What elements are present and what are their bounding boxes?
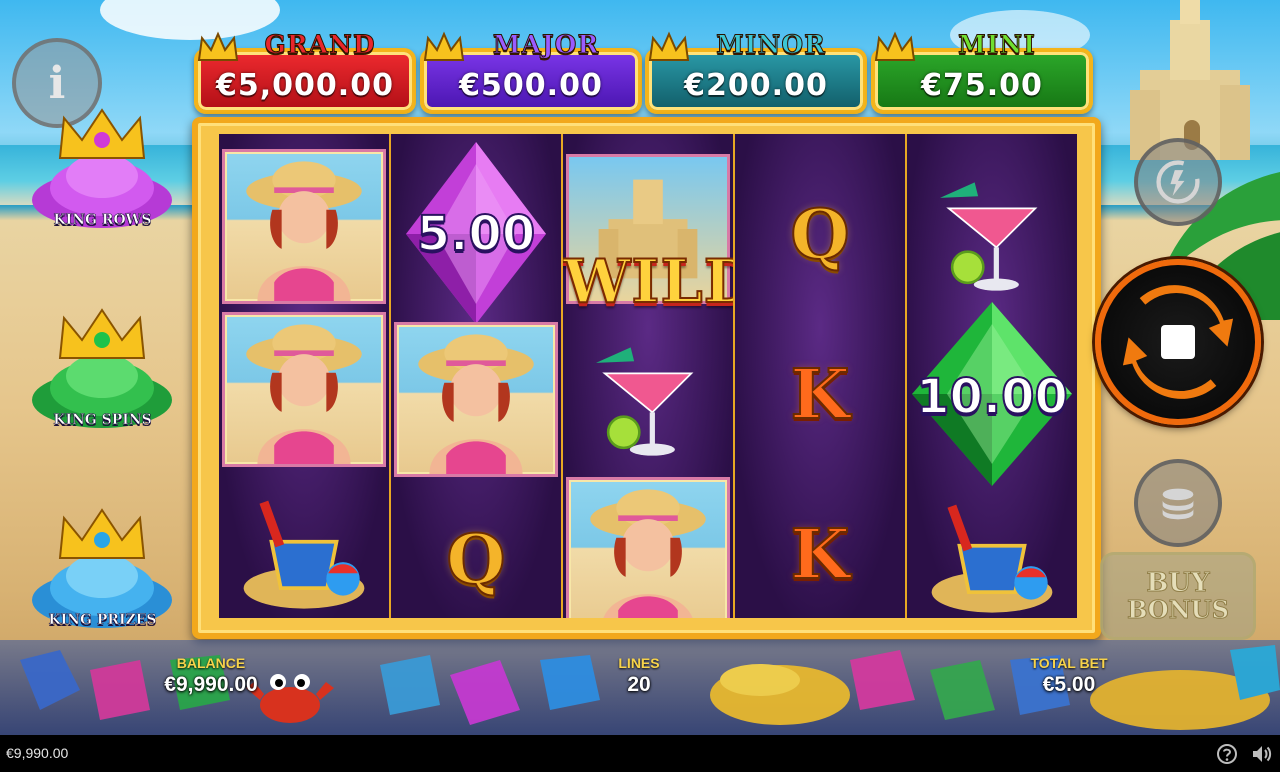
buy-bonus-line1: BUY: [1146, 568, 1210, 598]
balance-value: €9,990.00: [164, 673, 258, 696]
letter-q: Q: [445, 519, 506, 601]
blue-gem-crown-icon: [32, 508, 172, 628]
autoplay-button[interactable]: [1134, 138, 1222, 226]
total-bet-value: €5.00: [1042, 673, 1096, 696]
cocktail-icon: [940, 181, 1038, 291]
jackpot-value: €5,000.00: [216, 67, 394, 103]
lady-figure: [246, 324, 362, 464]
jackpot-value: €75.00: [921, 67, 1043, 103]
balance-display: BALANCE €9,990.00: [150, 655, 272, 697]
feature-king-spins: KING SPINS: [30, 300, 175, 430]
green-gem-crown-icon: [32, 308, 172, 428]
symbol-sand-bucket: [219, 470, 389, 618]
jackpot-value: €200.00: [684, 67, 828, 103]
gem-value: 5.00: [416, 205, 536, 263]
feature-king-prizes: KING PRIZES: [30, 500, 175, 630]
reel-5: 10.00: [907, 134, 1077, 618]
feature-label: KING SPINS: [53, 412, 152, 429]
reel-3: WILD: [563, 134, 733, 618]
autoplay-icon: [1156, 160, 1200, 204]
balance-label: BALANCE: [176, 655, 246, 671]
jackpot-mini: €75.00 MINI: [871, 30, 1093, 114]
symbol-k: K: [735, 474, 905, 618]
lady-figure: [418, 334, 534, 474]
lady-figure: [246, 161, 362, 301]
lines-label: LINES: [618, 655, 660, 671]
letter-k: K: [789, 514, 850, 596]
lines-display: LINES 20: [590, 655, 688, 697]
jackpot-grand: €5,000.00 GRAND: [194, 30, 416, 114]
wild-label: WILD: [563, 246, 733, 318]
gem-value: 10.00: [915, 368, 1069, 426]
symbol-green-gem: 10.00: [907, 294, 1077, 494]
reel-2: 5.00 Q: [391, 134, 561, 618]
feature-label: KING ROWS: [53, 212, 152, 229]
reels-grid: 5.00 Q WILD Q K K 10.00: [219, 134, 1077, 618]
jackpot-title: MINOR: [716, 30, 826, 60]
stop-icon: [1161, 325, 1195, 359]
sound-icon[interactable]: [1250, 743, 1272, 765]
total-bet-label: TOTAL BET: [1030, 655, 1108, 671]
symbol-sand-bucket: [907, 474, 1077, 618]
symbol-purple-gem: 5.00: [391, 134, 561, 329]
feature-king-rows: KING ROWS: [30, 100, 175, 230]
symbol-lady: [219, 309, 389, 470]
sand-bucket-icon: [243, 500, 365, 609]
jackpot-title: GRAND: [264, 30, 376, 60]
symbol-k: K: [735, 314, 905, 475]
letter-k: K: [789, 354, 850, 436]
symbol-cocktail: [907, 149, 1077, 310]
letter-q: Q: [789, 194, 850, 276]
game-stage: €5,000.00 GRAND €500.00 MAJOR €200.00 MI…: [0, 0, 1280, 735]
buy-bonus-button[interactable]: BUY BONUS: [1100, 552, 1256, 640]
symbol-lady: [563, 474, 733, 618]
jackpot-minor: €200.00 MINOR: [645, 30, 867, 114]
lady-portrait: [222, 312, 386, 467]
reel-1: [219, 134, 389, 618]
sand-bucket-icon: [931, 504, 1053, 613]
sandcastle-image: [1130, 0, 1250, 160]
buy-bonus-line2: BONUS: [1127, 595, 1230, 624]
jackpot-title: MINI: [958, 30, 1036, 60]
lines-value: 20: [627, 673, 651, 696]
symbol-q: Q: [391, 479, 561, 618]
symbol-wild: WILD: [563, 149, 733, 319]
purple-gem-crown-icon: [32, 108, 172, 228]
lady-portrait: [222, 149, 386, 304]
coin-stack-icon: [1162, 488, 1194, 520]
lady-portrait: [394, 322, 558, 477]
jackpot-major: €500.00 MAJOR: [420, 30, 642, 114]
feature-label: KING PRIZES: [48, 612, 157, 629]
footer-balance: €9,990.00: [6, 745, 69, 761]
lady-figure: [590, 489, 706, 618]
total-bet-display: TOTAL BET €5.00: [1014, 655, 1124, 697]
cocktail-icon: [596, 346, 694, 456]
footer-bar: €9,990.00: [0, 735, 1280, 772]
symbol-cocktail: [563, 314, 733, 475]
help-icon[interactable]: [1216, 743, 1238, 765]
spin-stop-button[interactable]: [1095, 259, 1261, 425]
jackpot-title: MAJOR: [492, 30, 600, 60]
bet-settings-button[interactable]: [1134, 459, 1222, 547]
jackpot-value: €500.00: [459, 67, 603, 103]
symbol-lady: [219, 146, 389, 307]
symbol-lady: [391, 319, 561, 480]
lady-portrait: [566, 477, 730, 618]
symbol-q: Q: [735, 154, 905, 315]
reel-4: Q K K: [735, 134, 905, 618]
